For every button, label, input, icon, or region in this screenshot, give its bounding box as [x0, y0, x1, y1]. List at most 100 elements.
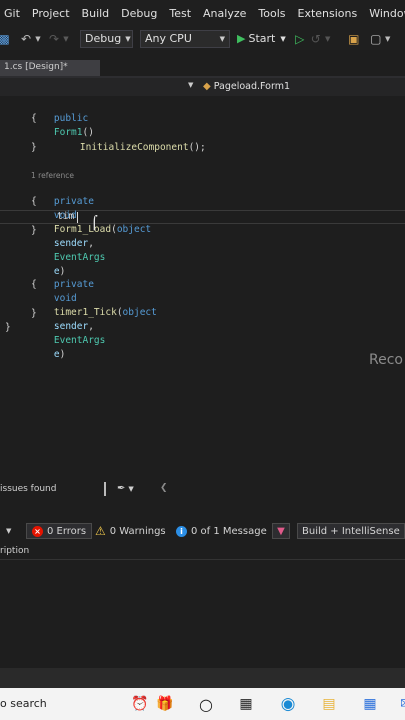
token-method: InitializeComponent: [79, 142, 189, 153]
menu-item-extensions[interactable]: Extensions: [292, 7, 364, 20]
configuration-label: Debug: [85, 32, 122, 45]
token-keyword: private: [53, 196, 94, 207]
error-icon: ×: [32, 525, 43, 537]
editor-status-bar: issues found ✒ ▼ ❮: [0, 482, 405, 498]
code-line: {: [31, 113, 37, 124]
menu-item-build[interactable]: Build: [76, 7, 116, 20]
undo-dropdown-icon[interactable]: ▼: [34, 31, 42, 47]
text-caret: [77, 212, 78, 223]
error-list-toolbar: ▼ × 0 Errors ⚠ 0 Warnings i 0 of 1 Messa…: [0, 520, 405, 542]
store-icon[interactable]: ▦: [360, 694, 380, 714]
cortana-icon[interactable]: ○: [196, 694, 216, 714]
menu-item-test[interactable]: Test: [163, 7, 197, 20]
token-method: Form1_Load: [53, 224, 112, 235]
code-editor[interactable]: public Form1() { InitializeComponent(); …: [0, 96, 405, 482]
messages-filter-button[interactable]: i 0 of 1 Message: [176, 523, 267, 539]
token-keyword: object: [116, 224, 152, 235]
code-line: InitializeComponent();: [57, 127, 206, 153]
build-intellisense-dropdown[interactable]: Build + IntelliSense: [297, 523, 405, 539]
window-layout-icon[interactable]: ▣: [346, 31, 362, 47]
info-icon: i: [176, 525, 187, 537]
code-line: {: [31, 279, 37, 290]
ibeam-cursor-icon: ⌠: [91, 216, 98, 231]
filter-icon[interactable]: ▼: [272, 523, 290, 539]
menu-item-tools[interactable]: Tools: [252, 7, 291, 20]
chevron-down-icon[interactable]: ▼: [188, 81, 193, 89]
token-keyword: public: [53, 113, 89, 124]
browser-icon[interactable]: ▢: [368, 31, 384, 47]
start-without-debugging-icon[interactable]: ▷: [292, 31, 308, 47]
errors-filter-button[interactable]: × 0 Errors: [26, 523, 93, 539]
platform-dropdown[interactable]: Any CPU ▼: [140, 29, 230, 48]
divider: [104, 482, 106, 496]
chevron-down-icon: ▼: [219, 34, 225, 43]
code-line: private void Form1_Load(object sender, E…: [31, 181, 151, 277]
code-line: }: [5, 322, 11, 333]
code-line: }: [31, 308, 37, 319]
token-keyword: private: [53, 279, 94, 290]
configuration-dropdown[interactable]: Debug ▼: [80, 29, 133, 48]
code-line: {: [31, 196, 37, 207]
alarm-clock-icon[interactable]: ⏰: [130, 694, 150, 714]
menu-item-window[interactable]: Window: [363, 7, 405, 20]
token-param: sender: [53, 321, 89, 332]
chevron-down-icon: ▼: [125, 34, 131, 43]
code-line: private void timer1_Tick(object sender, …: [31, 264, 157, 360]
undo-icon[interactable]: ↶: [18, 31, 34, 47]
menu-item-git[interactable]: Git: [0, 7, 26, 20]
warnings-label: 0 Warnings: [109, 525, 166, 537]
platform-label: Any CPU: [145, 32, 192, 45]
tab-label: 1.cs [Design]*: [4, 62, 68, 72]
hot-reload-dropdown-icon[interactable]: ▼: [324, 31, 332, 47]
taskbar-search[interactable]: o search: [0, 697, 47, 710]
issues-indicator[interactable]: issues found: [0, 484, 56, 494]
scope-dropdown-chevron[interactable]: ▼: [6, 523, 11, 539]
play-icon: ▶: [237, 32, 246, 45]
class-icon: ◆: [203, 81, 211, 92]
member-dropdown[interactable]: ◆ Pageload.Form1: [203, 81, 290, 92]
task-view-icon[interactable]: ▦: [236, 694, 256, 714]
solution-explorer-icon[interactable]: ▩: [0, 31, 12, 47]
warnings-filter-button[interactable]: ⚠ 0 Warnings: [95, 523, 166, 539]
redo-dropdown-icon[interactable]: ▼: [62, 31, 70, 47]
chevron-down-icon: ▼: [280, 34, 286, 43]
menu-item-debug[interactable]: Debug: [115, 7, 163, 20]
gift-icon[interactable]: 🎁: [155, 694, 175, 714]
warning-icon: ⚠: [95, 524, 106, 538]
member-label: Pageload.Form1: [213, 81, 290, 92]
code-line: }: [31, 142, 37, 153]
redo-icon[interactable]: ↷: [46, 31, 62, 47]
token-punct: ): [59, 349, 66, 360]
tab-form1-design[interactable]: 1.cs [Design]*: [0, 60, 100, 76]
code-cleanup-icon[interactable]: ✒ ▼: [117, 483, 134, 494]
token-type: EventArgs: [53, 335, 106, 346]
divider: [0, 559, 405, 560]
errors-label: 0 Errors: [47, 525, 87, 537]
token-punct: ();: [188, 142, 206, 153]
start-button[interactable]: ▶ Start ▼: [237, 32, 286, 45]
toolbar: ▩ ↶ ▼ ↷ ▼ Debug ▼ Any CPU ▼ ▶ Start ▼ ▷ …: [0, 27, 405, 50]
token-param: sender: [53, 238, 89, 249]
code-line: }: [31, 225, 37, 236]
menu-item-project[interactable]: Project: [26, 7, 76, 20]
code-line-typed: tim: [57, 211, 75, 222]
token-punct: ,: [88, 321, 94, 332]
menu-item-analyze[interactable]: Analyze: [197, 7, 252, 20]
edge-icon[interactable]: ◉: [278, 694, 298, 714]
scroll-left-icon[interactable]: ❮: [160, 483, 168, 493]
windows-taskbar: o search ⏰ 🎁 ○ ▦ ◉ ▤ ▦ ✉: [0, 688, 405, 720]
start-label: Start: [248, 32, 276, 45]
token-method: timer1_Tick: [53, 307, 117, 318]
messages-label: 0 of 1 Message: [191, 525, 267, 537]
scope-label: Build + IntelliSense: [302, 525, 400, 537]
mail-icon[interactable]: ✉: [396, 694, 405, 714]
document-tab-strip: 1.cs [Design]*: [0, 50, 405, 78]
column-header-description[interactable]: ription: [0, 546, 29, 556]
navigation-bar: ▼ ◆ Pageload.Form1: [0, 78, 405, 96]
file-explorer-icon[interactable]: ▤: [319, 694, 339, 714]
token-punct: ,: [88, 238, 94, 249]
recording-watermark: Reco: [369, 352, 403, 368]
browser-dropdown-icon[interactable]: ▼: [384, 31, 392, 47]
hot-reload-icon[interactable]: ↺: [308, 31, 324, 47]
token-keyword: object: [122, 307, 157, 318]
